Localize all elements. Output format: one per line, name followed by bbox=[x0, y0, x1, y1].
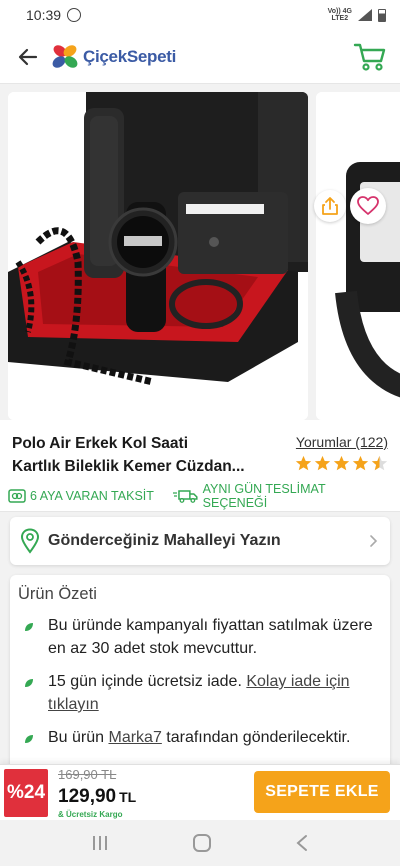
summary-item: Bu üründe kampanyalı fiyattan satılmak ü… bbox=[18, 614, 382, 660]
card-icon bbox=[8, 488, 26, 503]
heart-icon bbox=[357, 196, 379, 215]
product-title: Polo Air Erkek Kol Saati Kartlık Bilekli… bbox=[12, 435, 245, 475]
recent-apps-icon[interactable] bbox=[91, 835, 109, 851]
summary-item: Bu ürün Marka7 tarafından gönderilecekti… bbox=[18, 726, 382, 749]
neighborhood-label: Gönderceğiniz Mahalleyi Yazın bbox=[48, 532, 281, 549]
installment-label: 6 AYA VARAN TAKSİT bbox=[30, 488, 154, 503]
neighborhood-selector[interactable]: Gönderceğiniz Mahalleyi Yazın bbox=[10, 517, 390, 565]
shopping-cart-icon bbox=[353, 43, 386, 71]
product-image-main[interactable] bbox=[8, 92, 308, 420]
reviews-block: Yorumlar (122) bbox=[295, 434, 388, 472]
favorite-button[interactable] bbox=[350, 188, 386, 224]
status-indicators: Vo)) 4G LTE2 bbox=[328, 8, 386, 22]
truck-icon bbox=[172, 489, 198, 503]
summary-stock-text: Bu üründe kampanyalı fiyattan satılmak ü… bbox=[48, 617, 373, 657]
flower-logo-icon bbox=[52, 44, 78, 68]
summary-seller-text: Bu ürün Marka7 tarafından gönderilecekti… bbox=[48, 729, 351, 746]
installment-info[interactable]: 6 AYA VARAN TAKSİT bbox=[8, 489, 167, 503]
delivery-label: AYNI GÜN TESLİMAT SEÇENEĞİ bbox=[202, 481, 326, 510]
status-time: 10:39 bbox=[26, 7, 62, 23]
brand-logo[interactable]: ÇiçekSepeti bbox=[50, 42, 176, 72]
summary-title: Ürün Özeti bbox=[18, 585, 97, 603]
star-full-icon bbox=[352, 455, 369, 471]
share-button[interactable] bbox=[314, 190, 346, 222]
leaf-bullet-icon bbox=[25, 679, 33, 687]
back-nav-icon[interactable] bbox=[295, 834, 309, 852]
summary-item: 15 gün içinde ücretsiz iade. Kolay iade … bbox=[18, 670, 382, 716]
status-bar: 10:39 Vo)) 4G LTE2 bbox=[0, 0, 400, 30]
summary-return-text: 15 gün içinde ücretsiz iade. Kolay iade … bbox=[48, 673, 350, 713]
system-nav-bar bbox=[0, 820, 400, 866]
home-icon[interactable] bbox=[192, 833, 212, 853]
signal-icon bbox=[358, 9, 372, 21]
share-icon bbox=[322, 197, 338, 215]
battery-icon bbox=[378, 8, 386, 22]
add-to-cart-button[interactable]: SEPETE EKLE bbox=[254, 771, 390, 813]
back-button[interactable] bbox=[8, 37, 48, 77]
reviews-link[interactable]: Yorumlar (122) bbox=[295, 434, 388, 450]
whatsapp-icon bbox=[67, 8, 82, 22]
leaf-bullet-icon bbox=[25, 735, 33, 743]
leaf-bullet-icon bbox=[25, 623, 33, 631]
info-strip: 6 AYA VARAN TAKSİT AYNI GÜN TESLİMAT SEÇ… bbox=[0, 480, 400, 512]
star-full-icon bbox=[314, 455, 331, 471]
cart-button[interactable] bbox=[352, 39, 388, 75]
app-header: ÇiçekSepeti bbox=[0, 30, 400, 84]
rating-stars bbox=[295, 455, 388, 472]
gift-box-image bbox=[8, 92, 308, 420]
location-pin-icon bbox=[20, 528, 40, 554]
belt-image bbox=[316, 92, 400, 420]
star-full-icon bbox=[333, 455, 350, 471]
product-image-next[interactable] bbox=[316, 92, 400, 420]
old-price: 169,90 TL bbox=[58, 767, 117, 782]
network-label: Vo)) 4G LTE2 bbox=[327, 8, 352, 22]
brand-name: ÇiçekSepeti bbox=[83, 46, 177, 66]
seller-link[interactable]: Marka7 bbox=[108, 729, 161, 746]
discount-badge: %24 bbox=[4, 769, 48, 817]
free-shipping-label: & Ücretsiz Kargo bbox=[58, 810, 123, 819]
star-half-icon bbox=[371, 455, 388, 471]
product-gallery[interactable] bbox=[0, 84, 400, 420]
purchase-bar: %24 169,90 TL 129,90 TL & Ücretsiz Kargo … bbox=[0, 764, 400, 820]
current-price: 129,90 TL bbox=[58, 786, 137, 807]
star-full-icon bbox=[295, 455, 312, 471]
product-title-section: Polo Air Erkek Kol Saati Kartlık Bilekli… bbox=[0, 420, 400, 480]
chevron-right-icon bbox=[370, 535, 378, 547]
arrow-left-icon bbox=[18, 48, 38, 65]
delivery-info[interactable]: AYNI GÜN TESLİMAT SEÇENEĞİ bbox=[172, 481, 392, 510]
product-summary: Ürün Özeti Bu üründe kampanyalı fiyattan… bbox=[10, 575, 390, 775]
